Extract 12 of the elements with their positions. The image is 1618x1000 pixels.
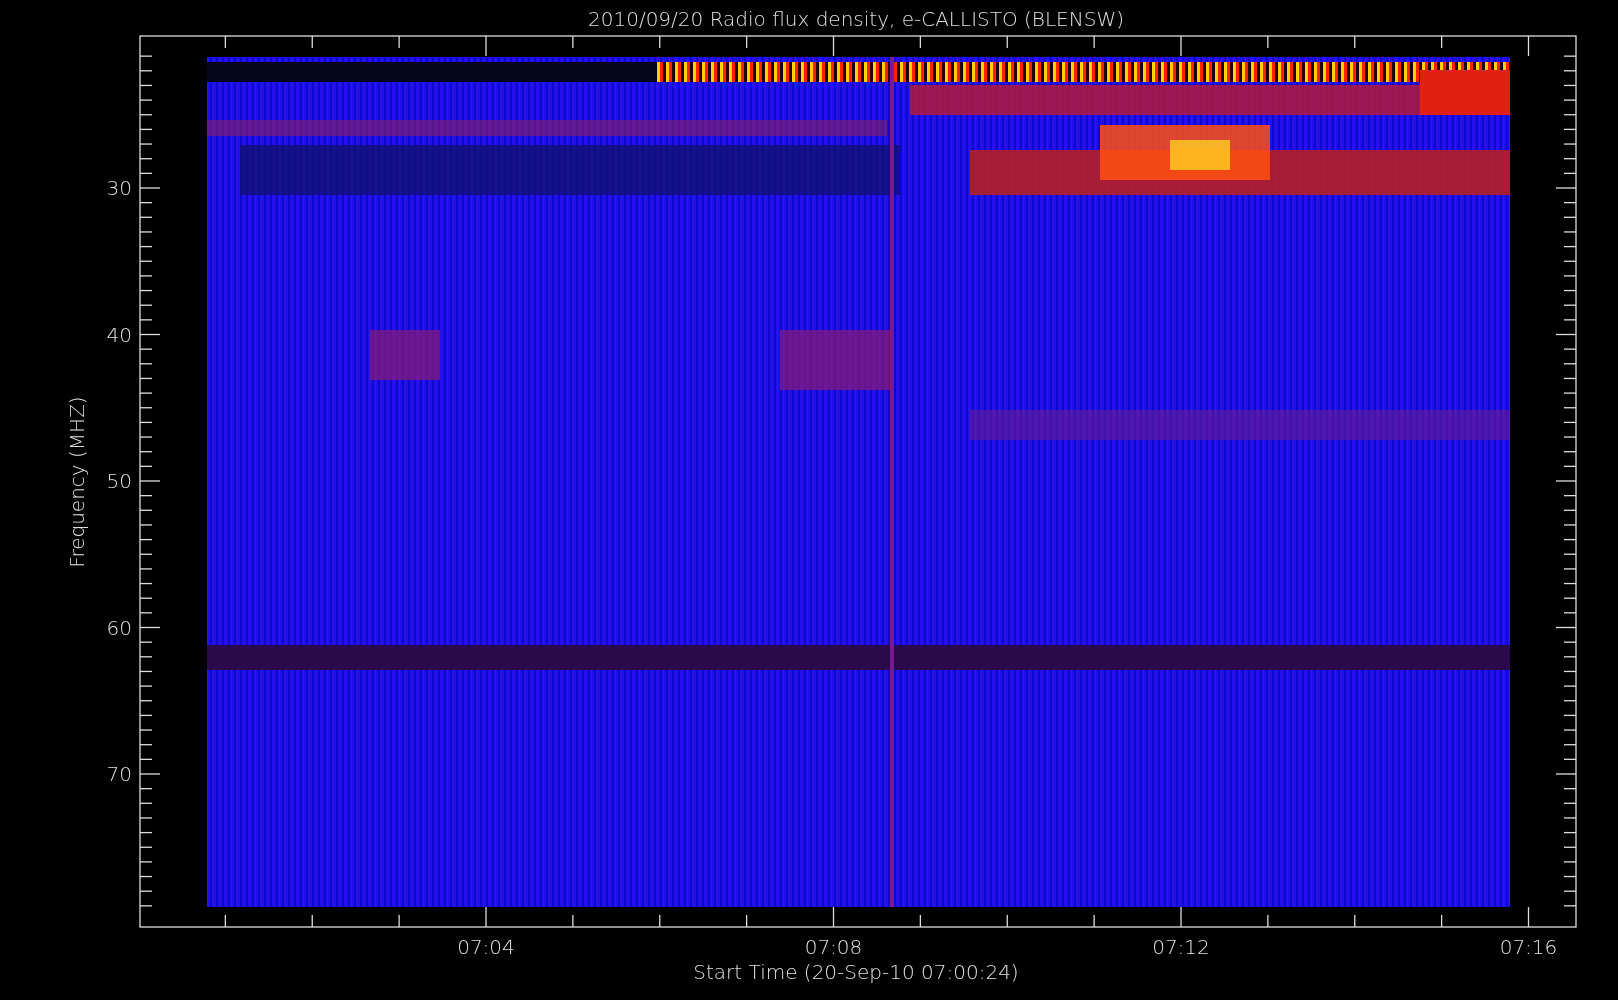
x-axis-label: Start Time (20-Sep-10 07:00:24) — [693, 960, 1019, 984]
x-tick-label: 07:16 — [1499, 935, 1558, 959]
x-tick-label: 07:08 — [804, 935, 863, 959]
y-tick-label: 60 — [106, 615, 132, 640]
chart-title: 2010/09/20 Radio flux density, e-CALLISTO (BLENSW) — [588, 7, 1124, 31]
x-tick-label: 07:12 — [1152, 935, 1210, 959]
y-tick-label: 70 — [106, 762, 132, 786]
y-axis-label: Frequency (MHZ) — [65, 396, 89, 568]
x-tick-label: 07:04 — [457, 935, 515, 959]
y-tick-label: 30 — [106, 176, 132, 200]
y-tick-label: 40 — [106, 322, 132, 347]
y-tick-label: 50 — [106, 469, 132, 493]
